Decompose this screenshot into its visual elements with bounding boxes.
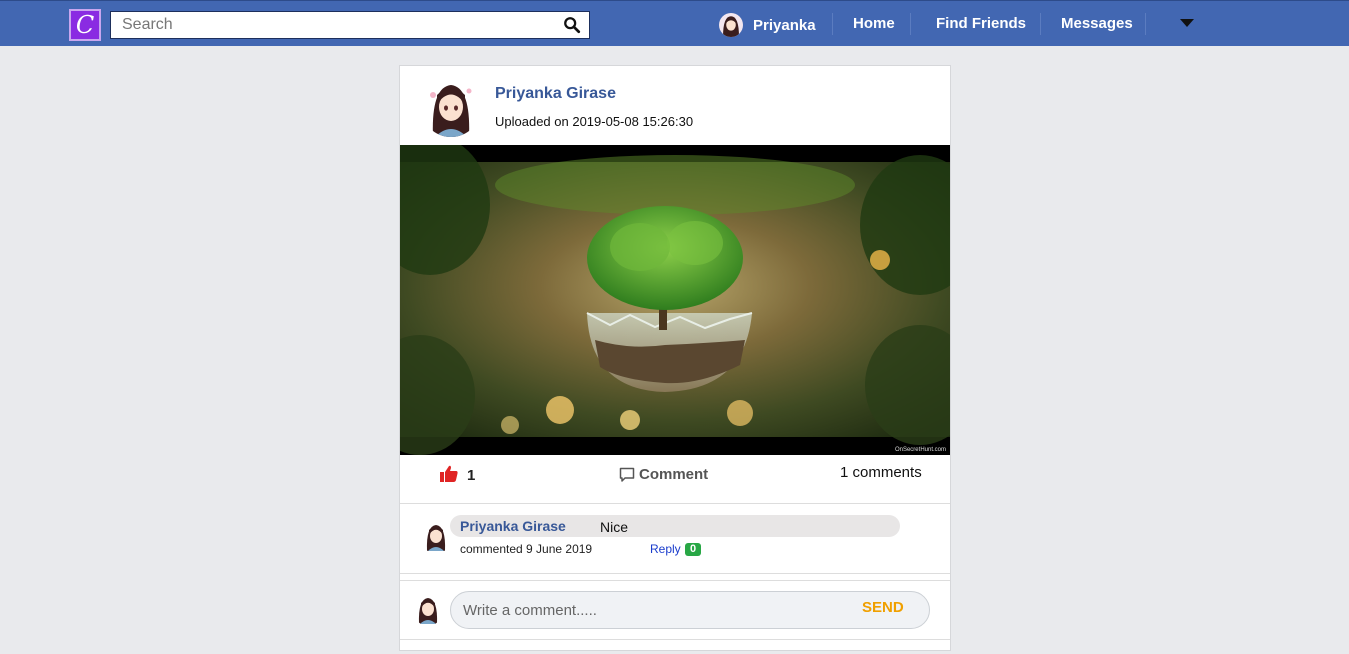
post-timestamp: Uploaded on 2019-05-08 15:26:30 xyxy=(495,114,694,129)
send-button[interactable]: SEND xyxy=(862,599,904,616)
divider xyxy=(400,639,950,640)
image-watermark: OnSecretHunt.com xyxy=(894,447,946,453)
search-input[interactable] xyxy=(111,12,551,38)
nav-divider xyxy=(910,13,911,35)
avatar xyxy=(719,13,743,37)
commenter-avatar[interactable] xyxy=(421,518,451,554)
search-icon[interactable] xyxy=(563,16,581,34)
thumbs-up-icon[interactable] xyxy=(439,464,459,484)
commenter-name[interactable]: Priyanka Girase xyxy=(460,518,566,534)
divider xyxy=(400,573,950,574)
nav-profile-link[interactable]: Priyanka xyxy=(719,13,816,37)
app-logo[interactable]: C xyxy=(69,9,101,41)
post-image[interactable]: OnSecretHunt.com xyxy=(400,145,950,455)
reply-link[interactable]: Reply xyxy=(650,542,681,556)
top-navbar: C Priyanka Home Find Friends Messages xyxy=(0,0,1349,46)
comment-date: commented 9 June 2019 xyxy=(460,542,593,556)
post-card: Priyanka Girase Uploaded on 2019-05-08 1… xyxy=(399,65,951,651)
nav-divider xyxy=(832,13,833,35)
comment-input[interactable] xyxy=(451,592,851,628)
composer-avatar xyxy=(413,592,443,626)
search-bar xyxy=(110,11,590,39)
nav-home-link[interactable]: Home xyxy=(853,15,895,32)
divider xyxy=(400,503,950,504)
nav-find-friends-link[interactable]: Find Friends xyxy=(936,15,1026,32)
divider xyxy=(400,580,950,581)
nav-divider xyxy=(1145,13,1146,35)
nav-messages-link[interactable]: Messages xyxy=(1061,15,1133,32)
nav-user-name: Priyanka xyxy=(753,16,816,34)
comment-button[interactable]: Comment xyxy=(619,466,708,483)
post-author-name[interactable]: Priyanka Girase xyxy=(495,85,616,103)
post-author-avatar[interactable] xyxy=(421,77,481,137)
nav-divider xyxy=(1040,13,1041,35)
comment-count[interactable]: 1 comments xyxy=(840,464,922,481)
comment-text: Nice xyxy=(600,519,629,535)
reply-count-badge: 0 xyxy=(685,543,702,556)
dropdown-caret-icon[interactable] xyxy=(1180,19,1194,27)
comment-button-label: Comment xyxy=(639,466,709,483)
comment-icon xyxy=(619,467,635,482)
comment-composer xyxy=(450,591,930,629)
like-count: 1 xyxy=(467,467,476,484)
